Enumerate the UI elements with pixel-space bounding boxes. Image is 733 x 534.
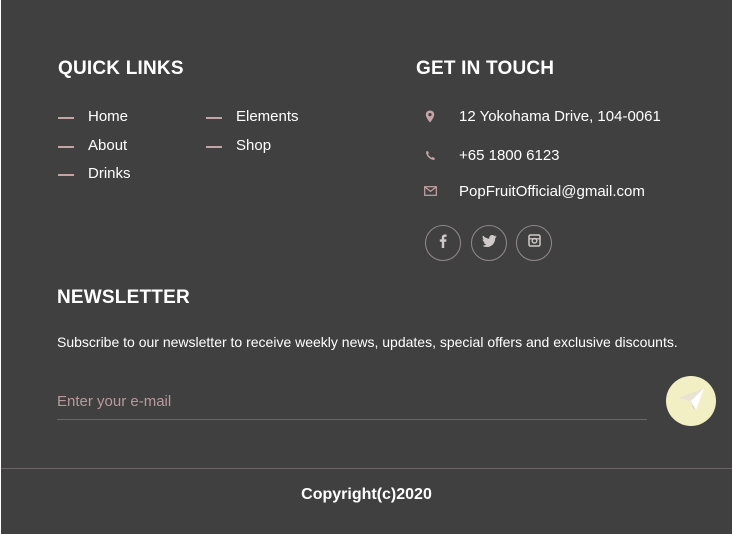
contact-address: 12 Yokohama Drive, 104-0061 [423, 106, 661, 126]
dash-icon [58, 146, 74, 148]
contact-phone[interactable]: +65 1800 6123 [423, 145, 560, 165]
quick-link-elements[interactable]: Elements [206, 106, 299, 126]
newsletter-email-input[interactable] [57, 383, 647, 420]
site-footer: QUICK LINKS Home About Drinks Elements S… [1, 0, 732, 534]
newsletter-title: NEWSLETTER [57, 287, 190, 308]
quick-links-title: QUICK LINKS [58, 58, 184, 79]
quick-link-label: Home [88, 107, 129, 125]
quick-link-label: Elements [236, 107, 299, 125]
quick-link-about[interactable]: About [58, 135, 127, 155]
dash-icon [206, 117, 222, 119]
facebook-button[interactable] [425, 225, 461, 261]
phone-icon [423, 148, 437, 162]
facebook-icon [439, 234, 447, 253]
quick-link-label: Drinks [88, 164, 131, 182]
address-text: 12 Yokohama Drive, 104-0061 [459, 107, 661, 125]
quick-link-label: Shop [236, 136, 272, 154]
newsletter-submit-button[interactable] [666, 376, 716, 426]
email-text: PopFruitOfficial@gmail.com [459, 182, 645, 200]
copyright-text: Copyright(c)2020 [301, 486, 432, 503]
get-in-touch-title: GET IN TOUCH [416, 58, 555, 79]
quick-link-label: About [88, 136, 128, 154]
instagram-icon [527, 234, 541, 252]
twitter-button[interactable] [471, 225, 507, 261]
quick-link-shop[interactable]: Shop [206, 135, 271, 155]
newsletter-description: Subscribe to our newsletter to receive w… [57, 334, 678, 350]
dash-icon [206, 146, 222, 148]
map-pin-icon [423, 109, 437, 123]
dash-icon [58, 117, 74, 119]
phone-text: +65 1800 6123 [459, 146, 560, 164]
dash-icon [58, 174, 74, 176]
contact-email[interactable]: PopFruitOfficial@gmail.com [423, 181, 645, 201]
envelope-icon [423, 184, 437, 198]
quick-link-drinks[interactable]: Drinks [58, 163, 131, 183]
twitter-icon [481, 234, 497, 252]
instagram-button[interactable] [516, 225, 552, 261]
quick-link-home[interactable]: Home [58, 106, 128, 126]
paper-plane-icon [677, 387, 705, 416]
footer-divider [1, 468, 732, 469]
